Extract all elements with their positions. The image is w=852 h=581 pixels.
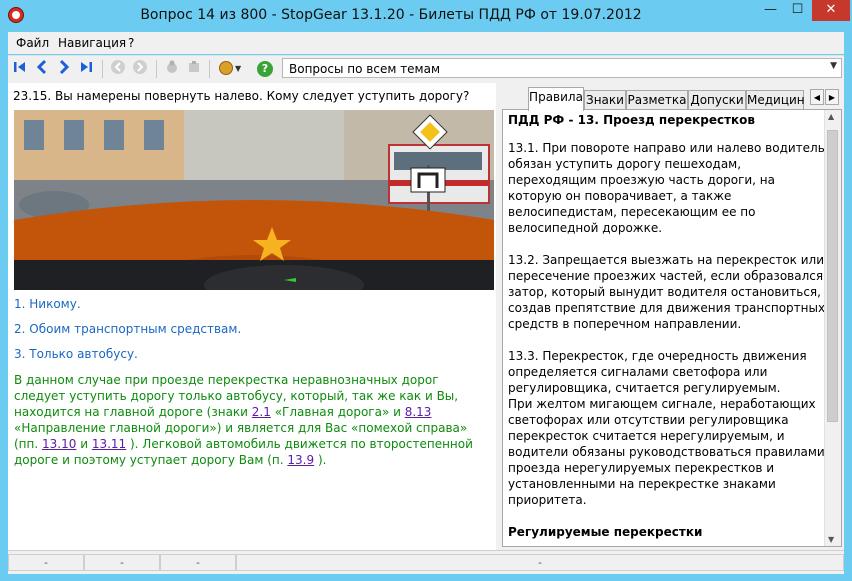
tab-signs[interactable]: Знаки [584, 90, 626, 109]
rules-subheading: Регулируемые перекрестки [508, 525, 703, 539]
tab-permits[interactable]: Допуски [688, 90, 746, 109]
rule-paragraph: 13.1. При повороте направо или налево во… [508, 141, 825, 235]
emblem-dropdown-icon[interactable]: ▼ [235, 64, 241, 73]
arrow-left-icon [36, 59, 47, 75]
last-question-button[interactable] [76, 59, 96, 79]
status-cell-2: - [84, 554, 160, 571]
topics-select-value: Вопросы по всем темам [289, 62, 441, 76]
close-button[interactable]: ✕ [812, 0, 850, 21]
mark-button[interactable] [184, 59, 204, 79]
arrow-right-icon [59, 59, 70, 75]
rules-text: ПДД РФ - 13. Проезд перекрестков 13.1. П… [508, 112, 826, 544]
explanation-part: и [76, 437, 92, 451]
chevron-down-icon: ▼ [830, 61, 837, 71]
scroll-thumb[interactable] [827, 130, 838, 422]
menu-navigation[interactable]: Навигация [58, 36, 126, 50]
status-bar: - - - - [8, 550, 844, 574]
menu-file[interactable]: Файл [16, 36, 49, 50]
menu-bar: Файл Навигация ? [8, 32, 844, 54]
explanation-part: ). [314, 453, 327, 467]
scroll-up-icon[interactable]: ▲ [828, 112, 834, 121]
rule-paragraph: 13.3. Перекресток, где очередность движе… [508, 349, 825, 507]
status-cell-3: - [160, 554, 236, 571]
status-cell-1: - [8, 554, 84, 571]
forward-button[interactable] [130, 59, 150, 79]
rule-link-2-1[interactable]: 2.1 [252, 405, 271, 419]
scroll-down-icon[interactable]: ▼ [828, 535, 834, 544]
hint-button[interactable] [162, 59, 182, 79]
explanation-text: В данном случае при проезде перекрестка … [14, 372, 484, 468]
tab-rules[interactable]: Правила [528, 87, 584, 111]
back-circle-icon [111, 60, 125, 74]
skip-first-icon [14, 62, 25, 72]
toolbar-separator [102, 60, 103, 78]
tab-scroll-left-icon[interactable]: ◀ [810, 89, 824, 105]
maximize-button[interactable]: ☐ [784, 0, 811, 21]
next-question-button[interactable] [54, 59, 74, 79]
tab-medicine[interactable]: Медицин [746, 90, 805, 109]
tab-scroll-right-icon[interactable]: ▶ [825, 89, 839, 105]
title-bar: Вопрос 14 из 800 - StopGear 13.1.20 - Би… [0, 0, 852, 32]
status-cell-4: - [236, 554, 844, 571]
minimize-button[interactable]: — [757, 0, 784, 21]
toolbar: ▼ ? Вопросы по всем темам ▼ [8, 55, 844, 83]
question-panel: 23.15. Вы намерены повернуть налево. Ком… [8, 83, 496, 550]
app-logo-icon[interactable] [8, 7, 24, 23]
answer-option-2[interactable]: 2. Обоим транспортным средствам. [14, 322, 241, 336]
question-image [14, 110, 494, 290]
first-question-button[interactable] [10, 59, 30, 79]
rule-link-8-13[interactable]: 8.13 [405, 405, 432, 419]
back-button[interactable] [108, 59, 128, 79]
bug-icon [167, 60, 177, 73]
menu-help[interactable]: ? [128, 36, 134, 50]
reference-panel: Правила Знаки Разметка Допуски Медицин ◀… [502, 83, 844, 550]
question-text: 23.15. Вы намерены повернуть налево. Ком… [13, 89, 470, 103]
skip-last-icon [81, 62, 92, 72]
emblem-icon[interactable] [219, 61, 233, 75]
window-title: Вопрос 14 из 800 - StopGear 13.1.20 - Би… [140, 7, 642, 23]
toolbar-separator [209, 60, 210, 78]
prev-question-button[interactable] [32, 59, 52, 79]
rule-link-13-9[interactable]: 13.9 [287, 453, 314, 467]
rules-content: ПДД РФ - 13. Проезд перекрестков 13.1. П… [502, 109, 842, 547]
explanation-part: «Главная дорога» и [270, 405, 405, 419]
topics-select[interactable]: Вопросы по всем темам ▼ [282, 58, 842, 78]
rule-paragraph: 13.2. Запрещается выезжать на перекресто… [508, 253, 826, 331]
rule-link-13-11[interactable]: 13.11 [92, 437, 126, 451]
main-area: 23.15. Вы намерены повернуть налево. Ком… [8, 83, 844, 550]
intersection-illustration [14, 110, 494, 290]
help-icon[interactable]: ? [257, 61, 273, 77]
answer-option-1[interactable]: 1. Никому. [14, 297, 81, 311]
tab-markings[interactable]: Разметка [626, 90, 688, 109]
toolbar-separator [156, 60, 157, 78]
rule-link-13-10[interactable]: 13.10 [42, 437, 76, 451]
rules-heading: ПДД РФ - 13. Проезд перекрестков [508, 113, 756, 127]
marker-icon [189, 61, 199, 72]
answer-option-3[interactable]: 3. Только автобусу. [14, 347, 138, 361]
app-window: Вопрос 14 из 800 - StopGear 13.1.20 - Би… [0, 0, 852, 581]
rules-scrollbar[interactable]: ▲ ▼ [824, 110, 841, 546]
forward-circle-icon [133, 60, 147, 74]
